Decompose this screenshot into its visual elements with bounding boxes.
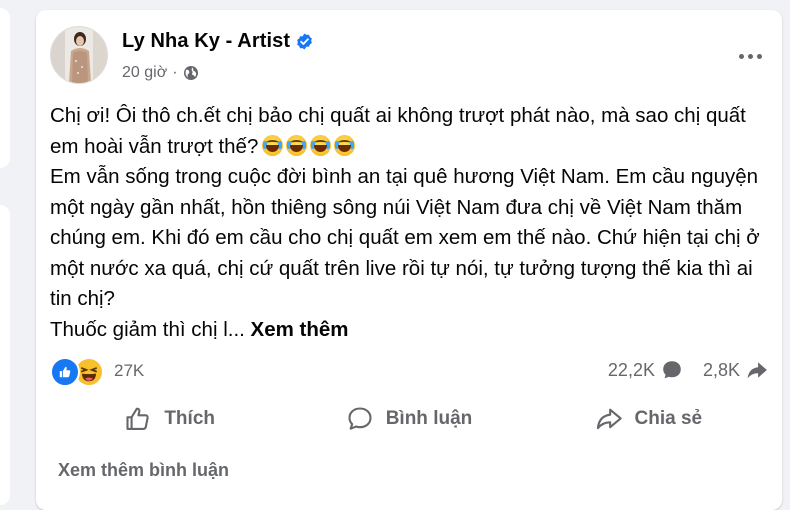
reaction-icons[interactable] [50,357,104,387]
tears-of-joy-icon [310,134,332,156]
more-dots-icon [738,53,744,59]
post-actions: Thích Bình luận Chia sẻ [50,399,768,439]
globe-icon [183,65,199,81]
share-arrow-icon [746,359,768,381]
like-icon [50,357,80,387]
tears-of-joy-icon [334,134,356,156]
comment-icon [348,407,372,430]
verified-badge-icon [296,33,313,50]
share-icon [596,408,622,430]
comment-label: Bình luận [385,408,473,429]
share-label: Chia sẻ [634,408,703,429]
engagement-stats: 22,2K 2,8K [608,359,768,381]
author-avatar[interactable] [50,26,108,84]
shares-count-group[interactable]: 2,8K [703,359,768,381]
post-timestamp[interactable]: 20 giờ [122,64,167,82]
post-card: Ly Nha Ky - Artist 20 giờ · Chị ơi! Ôi t… [36,10,782,510]
comment-button[interactable]: Bình luận [289,399,528,439]
post-text: Thuốc giảm thì chị l... [50,317,245,341]
share-button[interactable]: Chia sẻ [529,399,768,439]
avatar-photo [51,27,107,83]
post-meta: 20 giờ · [122,64,199,82]
see-more-link[interactable]: Xem thêm [251,318,349,341]
emoji-group [262,134,356,156]
like-label: Thích [164,408,215,429]
post-stats: 27K 22,2K 2,8K [50,353,768,387]
post-paragraph: Chị ơi! Ôi thô ch.ết chị bảo chị quất ai… [50,101,770,162]
more-dots-icon [747,53,753,59]
tears-of-joy-icon [286,134,308,156]
more-dots-icon [756,53,762,59]
post-header: Ly Nha Ky - Artist 20 giờ · [50,26,768,86]
background-card [0,8,10,168]
meta-separator: · [172,64,178,81]
post-text: Chị ơi! Ôi thô ch.ết chị bảo chị quất ai… [50,104,746,158]
shares-count: 2,8K [702,359,740,380]
comments-count: 22,2K [607,359,655,380]
post-paragraph: Thuốc giảm thì chị l... Xem thêm [50,315,770,346]
like-button[interactable]: Thích [50,399,289,439]
post-body: Chị ơi! Ôi thô ch.ết chị bảo chị quất ai… [50,101,770,345]
author-row: Ly Nha Ky - Artist [122,30,313,53]
comment-bubble-icon [661,359,683,381]
post-text: Em vẫn sống trong cuộc đời bình an tại q… [50,165,760,310]
background-card [0,205,10,505]
view-more-comments-link[interactable]: Xem thêm bình luận [58,460,229,481]
author-name[interactable]: Ly Nha Ky - Artist [122,30,290,53]
tears-of-joy-icon [262,134,284,156]
reactions-count[interactable]: 27K [114,361,144,381]
more-options-button[interactable] [732,38,768,74]
comments-count-group[interactable]: 22,2K [608,359,683,381]
thumbs-up-icon [126,407,150,430]
post-paragraph: Em vẫn sống trong cuộc đời bình an tại q… [50,162,770,315]
